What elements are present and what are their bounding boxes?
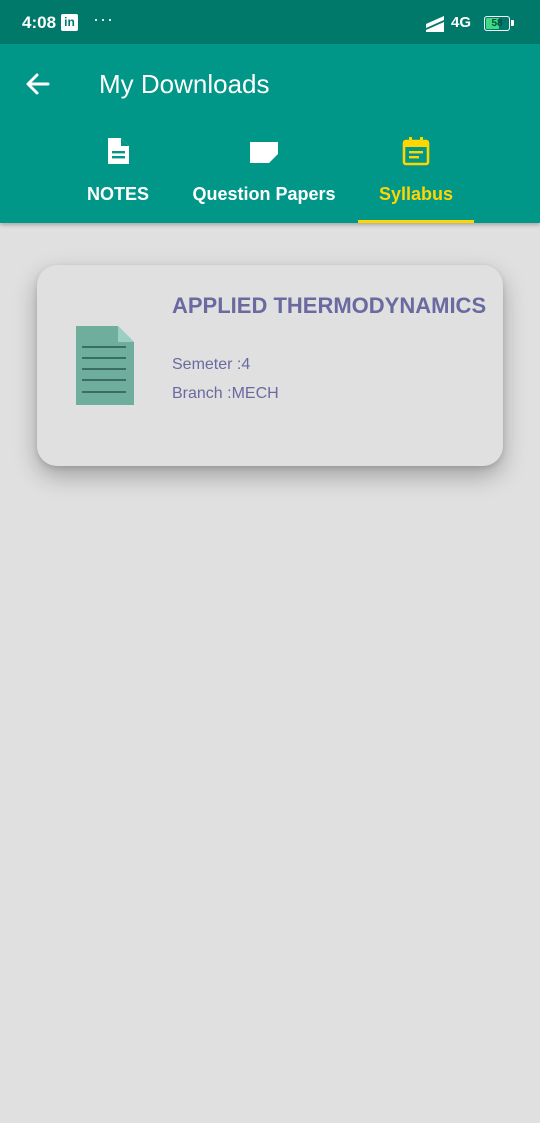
app-bar: My Downloads NOTES Question Papers Sylla… bbox=[0, 44, 540, 223]
tab-notes[interactable]: NOTES bbox=[80, 136, 156, 223]
arrow-left-icon bbox=[26, 73, 50, 95]
battery-percent: 58 bbox=[491, 18, 503, 29]
battery-tip bbox=[511, 20, 514, 26]
status-time: 4:08 bbox=[22, 13, 57, 32]
semester-label: Semeter :4 bbox=[172, 356, 251, 373]
tab-question-papers-label: Question Papers bbox=[192, 184, 336, 204]
download-card[interactable]: APPLIED THERMODYNAMICS Semeter :4 Branch… bbox=[37, 265, 503, 466]
tab-notes-label: NOTES bbox=[86, 184, 149, 204]
branch-label: Branch :MECH bbox=[172, 385, 279, 402]
tab-question-papers[interactable]: Question Papers bbox=[188, 136, 340, 223]
battery-icon: 58 bbox=[484, 16, 514, 31]
signal-icon bbox=[426, 16, 444, 32]
status-bar: 4:08 in ··· 4G 58 bbox=[0, 0, 540, 44]
active-tab-indicator bbox=[358, 220, 474, 223]
page-title: My Downloads bbox=[99, 69, 270, 99]
calendar-icon bbox=[402, 137, 430, 166]
tab-syllabus[interactable]: Syllabus bbox=[358, 136, 474, 223]
back-button[interactable] bbox=[22, 68, 54, 100]
more-notifications-icon: ··· bbox=[93, 9, 114, 29]
document-icon bbox=[108, 138, 129, 164]
tab-syllabus-label: Syllabus bbox=[378, 184, 454, 204]
file-icon bbox=[76, 326, 134, 405]
linkedin-notification-icon: in bbox=[61, 14, 78, 31]
folded-paper-icon bbox=[250, 142, 278, 163]
subject-title: APPLIED THERMODYNAMICS bbox=[172, 293, 487, 318]
network-type: 4G bbox=[451, 14, 472, 31]
